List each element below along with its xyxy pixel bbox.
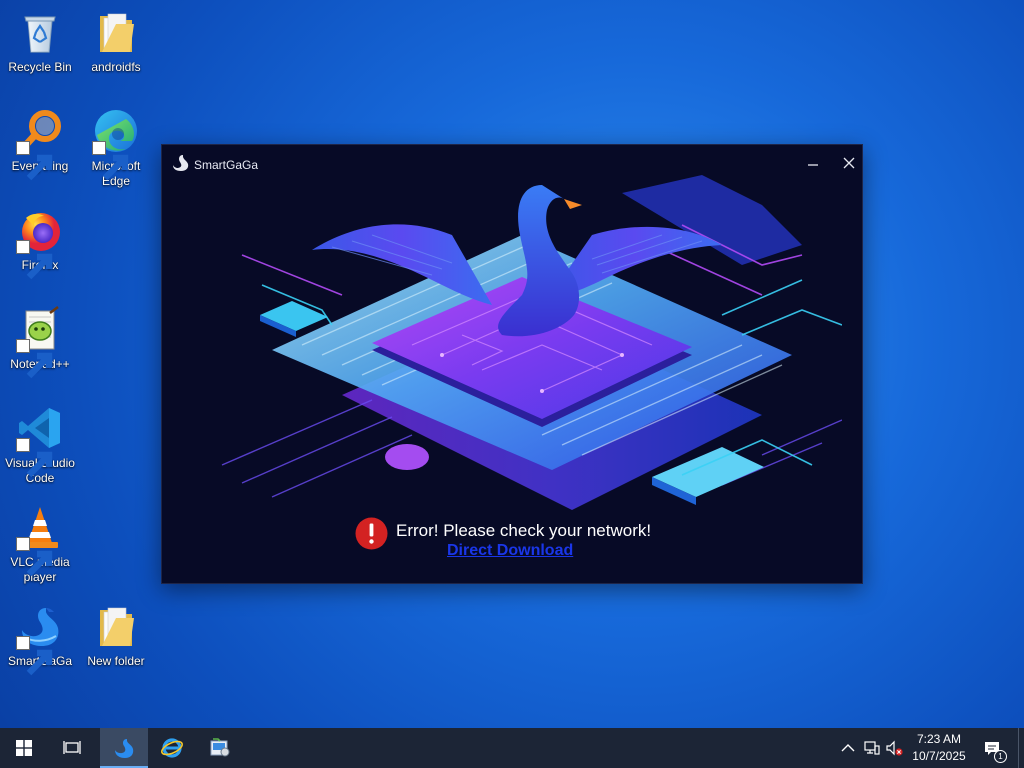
desktop-icon-vlc-media-player[interactable]: VLC media player: [0, 499, 80, 589]
control-panel-icon: [210, 738, 230, 757]
network-error-area: Error! Please check your network! Direct…: [162, 517, 862, 567]
shortcut-arrow-icon: [16, 141, 53, 181]
start-button[interactable]: [0, 728, 48, 768]
shortcut-arrow-icon: [16, 636, 53, 676]
task-view-icon: [63, 741, 81, 754]
firefox-icon: [16, 206, 64, 280]
everything-search-icon: [16, 107, 64, 181]
direct-download-link[interactable]: Direct Download: [447, 542, 573, 560]
window-title: SmartGaGa: [194, 158, 259, 172]
taskbar: 7:23 AM 10/7/2025 1: [0, 728, 1024, 768]
desktop-icon-firefox[interactable]: Firefox: [0, 202, 80, 292]
network-icon: [864, 741, 880, 755]
clock-time: 7:23 AM: [916, 732, 962, 746]
clock-date: 10/7/2025: [912, 749, 966, 763]
desktop-icon-label: Recycle Bin: [8, 60, 72, 74]
taskbar-smartgaga[interactable]: [100, 728, 148, 768]
tray-network[interactable]: [862, 738, 882, 758]
error-alert-icon: [355, 517, 388, 550]
shortcut-arrow-icon: [92, 141, 129, 181]
volume-muted-icon: [886, 740, 903, 756]
taskbar-clock[interactable]: 7:23 AM 10/7/2025: [904, 731, 974, 765]
vscode-icon: [16, 404, 64, 478]
desktop-icon-label: androidfs: [91, 60, 141, 74]
desktop-icon-smartgaga[interactable]: SmartGaGa: [0, 598, 80, 688]
folder-icon: [92, 602, 140, 650]
error-message: Error! Please check your network!: [396, 521, 652, 540]
shortcut-arrow-icon: [16, 339, 53, 379]
recycle-bin-icon: [16, 8, 64, 56]
folder-icon: [92, 8, 140, 56]
desktop-icon-notepad-plus-plus[interactable]: Notepad++: [0, 301, 80, 391]
windows-logo-icon: [16, 740, 32, 756]
window-titlebar[interactable]: SmartGaGa: [162, 145, 862, 183]
smartgaga-swan-icon: [16, 602, 64, 676]
close-button[interactable]: [836, 151, 862, 175]
smartgaga-swan-icon: [115, 739, 134, 758]
taskbar-control-panel[interactable]: [196, 728, 244, 768]
task-view-button[interactable]: [48, 728, 96, 768]
chevron-up-icon: [841, 744, 855, 752]
minimize-button[interactable]: [800, 151, 826, 175]
desktop-icon-label: New folder: [87, 654, 145, 668]
vlc-cone-icon: [16, 503, 64, 577]
desktop-icon-androidfs[interactable]: androidfs: [76, 4, 156, 94]
edge-icon: [92, 107, 140, 181]
desktop-icon-new-folder[interactable]: New folder: [76, 598, 156, 688]
minimize-icon: [808, 164, 818, 166]
smartgaga-logo-icon: [172, 154, 190, 172]
notification-count-badge: 1: [994, 750, 1007, 763]
shortcut-arrow-icon: [16, 537, 53, 577]
taskbar-internet-explorer[interactable]: [148, 728, 196, 768]
desktop-icon-everything[interactable]: Everything: [0, 103, 80, 193]
tray-overflow-chevron[interactable]: [838, 738, 858, 758]
notepad-plus-plus-icon: [16, 305, 64, 379]
tray-volume[interactable]: [884, 738, 904, 758]
close-icon: [843, 157, 855, 169]
smartgaga-window: SmartGaGa Error! Please check your netwo…: [161, 144, 863, 584]
internet-explorer-icon: [161, 738, 183, 758]
desktop-icon-microsoft-edge[interactable]: Microsoft Edge: [76, 103, 156, 193]
swan-circuit-illustration: [202, 165, 842, 525]
shortcut-arrow-icon: [16, 438, 53, 478]
desktop-icon-visual-studio-code[interactable]: Visual Studio Code: [0, 400, 80, 490]
show-desktop-button[interactable]: [1018, 728, 1024, 768]
desktop-icon-recycle-bin[interactable]: Recycle Bin: [0, 4, 80, 94]
shortcut-arrow-icon: [16, 240, 53, 280]
